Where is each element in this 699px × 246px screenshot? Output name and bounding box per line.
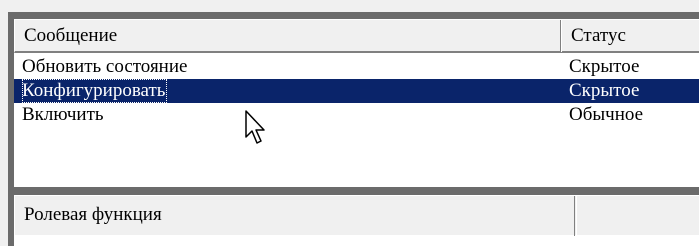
mouse-pointer-icon (245, 110, 265, 144)
row-message: Включить (22, 104, 104, 125)
row-message: Обновить состояние (22, 56, 188, 77)
column-header-empty[interactable] (576, 196, 699, 236)
column-header-message[interactable]: Сообщение (15, 20, 561, 52)
list-row-update-state[interactable]: Обновить состояние Скрытое (14, 55, 699, 79)
row-status: Скрытое (569, 56, 640, 77)
messages-list: Сообщение Статус Обновить состояние Скры… (10, 19, 699, 246)
messages-panel: Сообщение Статус Обновить состояние Скры… (8, 12, 699, 246)
row-status: Обычное (569, 104, 644, 125)
list-header: Сообщение Статус (14, 19, 699, 53)
row-message: Конфигурировать (22, 79, 168, 103)
panel-splitter[interactable] (10, 187, 699, 195)
roles-list-header: Ролевая функция (14, 195, 699, 236)
column-header-status[interactable]: Статус (561, 20, 699, 52)
list-row-configure[interactable]: Конфигурировать Скрытое (14, 79, 699, 103)
list-row-enable[interactable]: Включить Обычное (14, 103, 699, 127)
column-header-role-function[interactable]: Ролевая функция (15, 196, 575, 236)
row-status: Скрытое (569, 80, 640, 101)
